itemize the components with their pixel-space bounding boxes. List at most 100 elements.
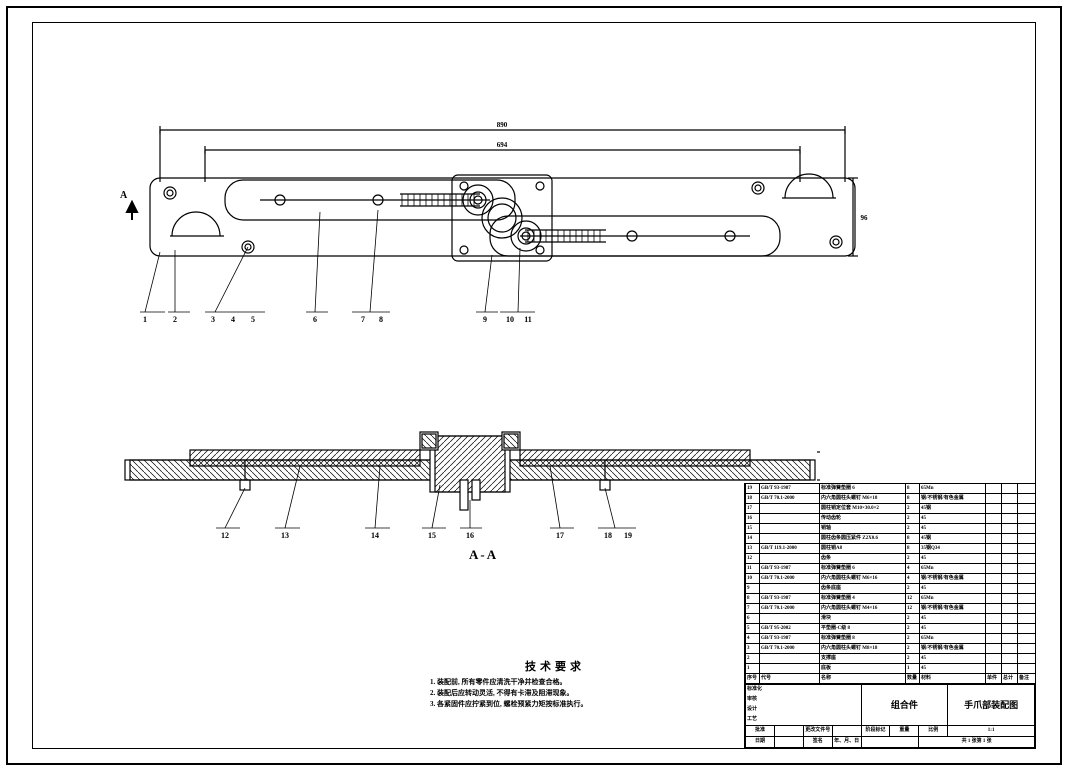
bom-cell: [1018, 544, 1036, 554]
callout-14: 14: [371, 531, 379, 540]
bom-cell: 圆柱销A8: [820, 544, 906, 554]
bom-cell: [986, 544, 1002, 554]
callout-8: 8: [379, 315, 383, 324]
callout-10: 10: [506, 315, 514, 324]
bom-h-mat: 材料: [920, 674, 986, 684]
bom-cell: 65Mn: [920, 634, 986, 644]
bom-cell: 平垫圈-C级 8: [820, 624, 906, 634]
bom-row: 2支撑座245: [746, 654, 1036, 664]
bom-cell: 65Mn: [920, 564, 986, 574]
bom-cell: 内六角圆柱头螺钉 M8×18: [820, 644, 906, 654]
bom-header-row: 序号 代号 名称 数量 材料 单件 总计 备注: [746, 674, 1036, 684]
bom-row: 14圆柱齿条圆压紧件 Z2X0.6845钢: [746, 534, 1036, 544]
bom-cell: [1002, 604, 1018, 614]
bom-cell: 2: [906, 504, 920, 514]
callout-11: 11: [524, 315, 532, 324]
bom-cell: 45: [920, 514, 986, 524]
callout-5: 5: [251, 315, 255, 324]
title-block-lower: 标准化 审核 设计 工艺 组合件 手爪部装配图 批准 更改文件号 阶段标记 重量…: [745, 684, 1035, 748]
bom-row: 15销轴245: [746, 524, 1036, 534]
bom-row: 3GB/T 70.1-2000内六角圆柱头螺钉 M8×182钢/不锈钢/有色金属: [746, 644, 1036, 654]
bom-cell: [1002, 614, 1018, 624]
bom-row: 10GB/T 70.1-2000内六角圆柱头螺钉 M6×164钢/不锈钢/有色金…: [746, 574, 1036, 584]
bom-cell: 45: [920, 614, 986, 624]
bom-cell: 钢/不锈钢/有色金属: [920, 574, 986, 584]
bom-cell: 内六角圆柱头螺钉 M6×16: [820, 574, 906, 584]
tech-req-2: 2. 装配后应转动灵活, 不得有卡滞及阻滞现象。: [430, 689, 680, 698]
bom-cell: [1002, 634, 1018, 644]
bom-cell: [760, 664, 820, 674]
bom-row: 11GB/T 93-1987标准弹簧垫圈 6465Mn: [746, 564, 1036, 574]
callout-1: 1: [143, 315, 147, 324]
bom-cell: GB/T 93-1987: [760, 634, 820, 644]
bom-cell: GB/T 95-2002: [760, 624, 820, 634]
bom-cell: [986, 514, 1002, 524]
tech-req-title: 技术要求: [430, 658, 680, 674]
bom-cell: 滑块: [820, 614, 906, 624]
callout-2: 2: [173, 315, 177, 324]
bom-row: 1底板145: [746, 664, 1036, 674]
scale-label: 比例: [919, 726, 948, 737]
bom-cell: 2: [906, 624, 920, 634]
bom-cell: 45: [920, 654, 986, 664]
bom-cell: [760, 654, 820, 664]
bom-cell: [1002, 594, 1018, 604]
sheet-count: 共 1 张第 1 张: [919, 737, 1035, 748]
bom-cell: GB/T 70.1-2000: [760, 494, 820, 504]
bom-row: 7GB/T 70.1-2000内六角圆柱头螺钉 M4×1612钢/不锈钢/有色金…: [746, 604, 1036, 614]
bom-cell: [1002, 494, 1018, 504]
bom-row: 5GB/T 95-2002平垫圈-C级 8245: [746, 624, 1036, 634]
bom-cell: 2: [906, 634, 920, 644]
bom-cell: 传动齿轮: [820, 514, 906, 524]
bom-cell: 8: [906, 544, 920, 554]
section-arrow-a-left: A: [120, 190, 128, 201]
callout-13: 13: [281, 531, 289, 540]
bom-cell: 65Mn: [920, 484, 986, 494]
bom-cell: 13: [746, 544, 760, 554]
bom-row: 12齿条245: [746, 554, 1036, 564]
bom-cell: 8: [906, 484, 920, 494]
technical-requirements: 技术要求 1. 装配前, 所有零件应清洗干净并检查合格。 2. 装配后应转动灵活…: [430, 658, 680, 711]
callout-3: 3: [211, 315, 215, 324]
bom-cell: 2: [746, 654, 760, 664]
bom-cell: [986, 484, 1002, 494]
dim-overall: 890: [497, 121, 508, 129]
bom-cell: 9: [746, 584, 760, 594]
bom-cell: [986, 594, 1002, 604]
bom-cell: [1002, 574, 1018, 584]
bom-cell: [1018, 484, 1036, 494]
bom-cell: [1002, 524, 1018, 534]
bom-cell: 2: [906, 584, 920, 594]
dim-mid: 694: [497, 141, 508, 149]
bom-row: 19GB/T 93-1987标准弹簧垫圈 6865Mn: [746, 484, 1036, 494]
bom-cell: [1018, 514, 1036, 524]
bom-cell: [1002, 664, 1018, 674]
callout-17: 17: [556, 531, 564, 540]
bom-cell: GB/T 119.1-2000: [760, 544, 820, 554]
bom-cell: [1002, 624, 1018, 634]
bom-cell: [986, 584, 1002, 594]
bom-cell: GB/T 93-1987: [760, 484, 820, 494]
bom-cell: [1018, 604, 1036, 614]
callout-19: 19: [624, 531, 632, 540]
bom-cell: 2: [906, 614, 920, 624]
bom-cell: GB/T 70.1-2000: [760, 604, 820, 614]
drawing-name: 手爪部装配图: [948, 685, 1035, 726]
bom-cell: [1018, 504, 1036, 514]
bom-cell: [1018, 534, 1036, 544]
bom-cell: [760, 514, 820, 524]
bom-cell: [760, 554, 820, 564]
bom-cell: [1002, 534, 1018, 544]
bom-cell: 钢/不锈钢/有色金属: [920, 644, 986, 654]
plan-view: 890 694 96 A 1 2 3 4 5 6 7 8 9 10 11: [120, 120, 885, 350]
bom-cell: [1002, 504, 1018, 514]
dim-h: 96: [861, 214, 869, 222]
bom-table: 19GB/T 93-1987标准弹簧垫圈 6865Mn18GB/T 70.1-2…: [745, 483, 1036, 684]
bom-h-w2: 总计: [1002, 674, 1018, 684]
bom-cell: 45钢: [920, 534, 986, 544]
bom-cell: 6: [746, 614, 760, 624]
bom-row: 17圆柱销定位套 M10×30.0×2245钢: [746, 504, 1036, 514]
bom-cell: [986, 494, 1002, 504]
bom-row: 4GB/T 93-1987标准弹簧垫圈 8265Mn: [746, 634, 1036, 644]
bom-cell: [986, 564, 1002, 574]
